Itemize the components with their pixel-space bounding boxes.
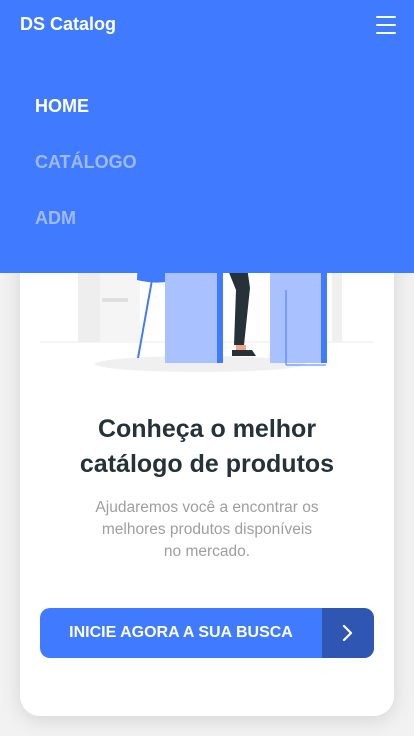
nav-item-catalog: CATÁLOGO (35, 152, 137, 208)
hero-subtitle-line-3: no mercado. (163, 543, 251, 560)
navbar: DS Catalog HOME CATÁLOGO ADM (0, 0, 414, 273)
nav-item-admin: ADM (35, 208, 137, 264)
nav-link-catalog[interactable]: CATÁLOGO (35, 152, 137, 173)
hero-subtitle-line-1: Ajudaremos você a encontrar os (95, 499, 319, 516)
nav-menu: HOME CATÁLOGO ADM (35, 96, 137, 264)
hero-subtitle: Ajudaremos você a encontrar os melhores … (82, 497, 332, 563)
hero-title-line-1: Conheça o melhor (97, 415, 317, 443)
nav-link-admin[interactable]: ADM (35, 208, 76, 229)
start-search-label: INICIE AGORA A SUA BUSCA (69, 624, 293, 641)
hamburger-menu-icon[interactable] (376, 16, 396, 34)
hero-subtitle-line-2: melhores produtos disponíveis (101, 521, 313, 538)
nav-link-home[interactable]: HOME (35, 96, 89, 117)
brand-logo[interactable]: DS Catalog (20, 14, 116, 35)
nav-item-home: HOME (35, 96, 137, 152)
chevron-right-icon[interactable] (322, 608, 374, 658)
start-search-button[interactable]: INICIE AGORA A SUA BUSCA (40, 608, 374, 658)
hero-title: Conheça o melhor catálogo de produtos (20, 412, 394, 482)
hero-title-line-2: catálogo de produtos (79, 450, 335, 478)
